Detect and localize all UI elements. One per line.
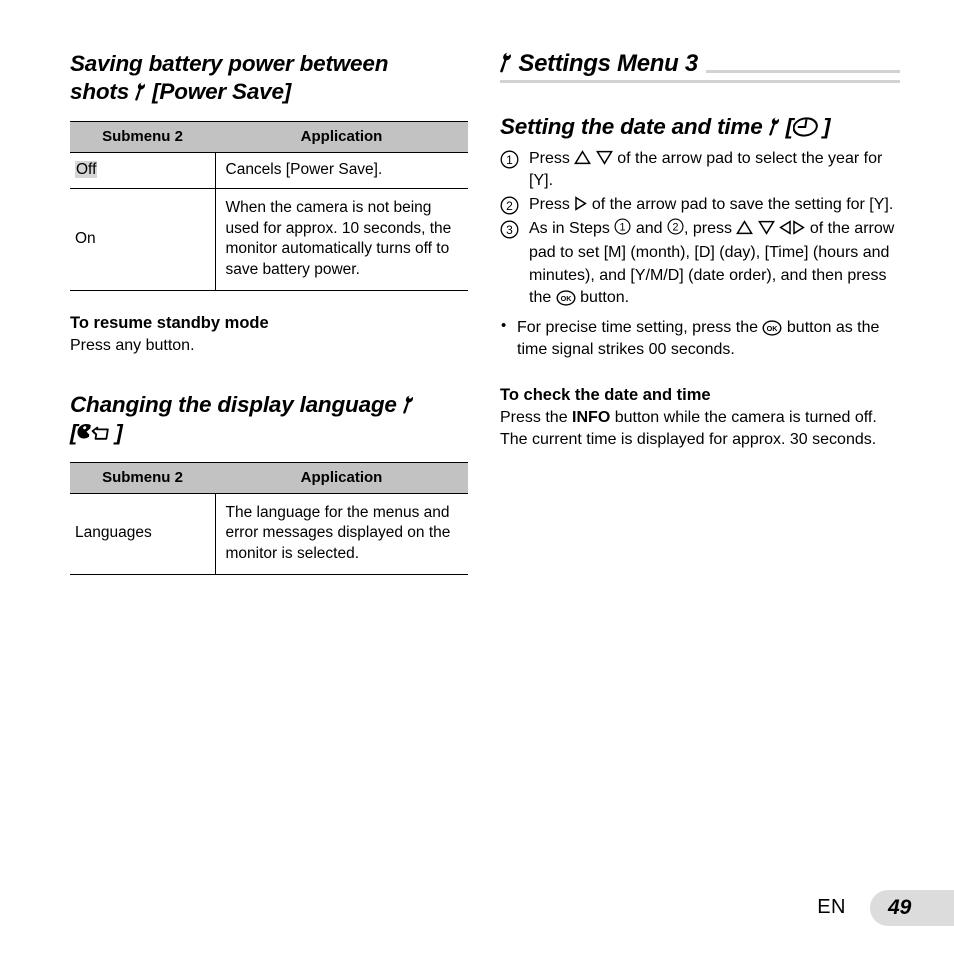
left-column: Saving battery power between shots [Powe… — [70, 50, 470, 585]
svg-text:1: 1 — [506, 153, 513, 167]
subsection-body-resume-standby: Press any button. — [70, 337, 195, 355]
arrow-up-icon — [574, 149, 592, 165]
section-title-line1-pre: Changing the display language — [70, 392, 397, 418]
svg-text:OK: OK — [560, 294, 572, 303]
check-date-time-block: To check the date and time Press the INF… — [500, 385, 900, 451]
column-header-application: Application — [215, 461, 468, 494]
step-item: 3 As in Steps 1 and 2 , press of the arr… — [500, 218, 900, 309]
default-setting-highlight: Off — [75, 160, 98, 178]
arrow-right-icon — [574, 196, 588, 211]
right-column: Settings Menu 3 Setting the date and tim… — [500, 50, 900, 451]
arrow-up-icon — [736, 220, 754, 235]
table-header-row: Submenu 2 Application — [70, 461, 468, 494]
page-number-box: 49 — [870, 890, 954, 926]
page-footer: EN 49 — [0, 890, 954, 926]
cell-application-text: When the camera is not being used for ap… — [214, 188, 468, 291]
bracket-open: [ — [785, 114, 794, 140]
banner-title: Settings Menu 3 — [500, 50, 706, 79]
wrench-icon — [768, 117, 780, 136]
svg-text:3: 3 — [506, 223, 513, 237]
subsection-body-check-date-time: Press the INFO button while the camera i… — [500, 407, 900, 451]
bracket-close: ] — [822, 114, 831, 140]
section-title-power-save: Saving battery power between shots [Powe… — [70, 50, 470, 107]
column-header-submenu: Submenu 2 — [70, 461, 215, 494]
language-code: EN — [817, 896, 846, 918]
step-text-c: button. — [580, 288, 630, 306]
language-head-speech-icon — [77, 422, 115, 443]
step-text-and: and — [635, 219, 663, 237]
body-text-a: Press the — [500, 409, 568, 427]
step-text-a: Press — [529, 195, 570, 213]
table-row: Off Cancels [Power Save]. — [70, 152, 468, 190]
table-header-row: Submenu 2 Application — [70, 120, 468, 153]
cell-application-text: The language for the menus and error mes… — [214, 493, 468, 576]
table-row: Languages The language for the menus and… — [70, 493, 468, 576]
section-title-text: Setting the date and time — [500, 114, 763, 140]
svg-text:OK: OK — [767, 324, 779, 333]
wrench-icon — [135, 82, 146, 101]
cell-submenu-value: Languages — [70, 493, 215, 576]
subsection-heading-check-date-time: To check the date and time — [500, 385, 711, 404]
svg-text:2: 2 — [506, 199, 513, 213]
column-header-application: Application — [215, 120, 468, 153]
banner-rule-bottom — [500, 80, 900, 83]
section-title-date-time: Setting the date and time [ ] — [500, 113, 900, 141]
arrow-down-icon — [757, 220, 775, 235]
wrench-icon — [402, 395, 414, 414]
step-text-a: As in Steps — [529, 219, 610, 237]
table-row: On When the camera is not being used for… — [70, 188, 468, 291]
date-time-notes: For precise time setting, press the OK b… — [500, 316, 900, 361]
arrow-down-icon — [595, 150, 613, 165]
svg-text:1: 1 — [620, 222, 626, 234]
step-item: 2 Press of the arrow pad to save the set… — [500, 194, 900, 216]
note-item: For precise time setting, press the OK b… — [500, 316, 900, 361]
ok-button-icon: OK — [556, 290, 576, 306]
clock-icon — [792, 116, 823, 138]
step-number-1: 1 — [500, 150, 519, 176]
info-button-keyword: INFO — [572, 409, 611, 427]
cell-submenu-value: On — [70, 188, 215, 291]
settings-menu-banner: Settings Menu 3 — [500, 50, 900, 87]
step-text-b: of the arrow pad to save the setting for… — [591, 195, 894, 213]
bracket-close: ] — [115, 420, 123, 446]
step-text-press: , press — [684, 219, 733, 237]
section-title-line2-pre: shots — [70, 79, 130, 105]
power-save-table: Submenu 2 Application Off Cancels [Power… — [70, 120, 468, 291]
step-reference-1: 1 — [614, 218, 631, 242]
note-text-a: For precise time setting, press the — [517, 318, 758, 336]
display-language-table: Submenu 2 Application Languages The lang… — [70, 461, 468, 576]
resume-standby-block: To resume standby mode Press any button. — [70, 313, 470, 357]
arrow-right-icon — [792, 220, 806, 235]
step-item: 1 Press of the arrow pad to select the y… — [500, 148, 900, 192]
bracket-open: [ — [70, 420, 78, 446]
section-title-line2-post: [Power Save] — [152, 79, 292, 105]
ok-button-icon: OK — [762, 320, 782, 336]
section-title-line1: Saving battery power between — [70, 51, 389, 76]
page-number: 49 — [888, 896, 912, 919]
subsection-heading-resume-standby: To resume standby mode — [70, 313, 269, 332]
svg-text:2: 2 — [673, 222, 679, 234]
section-title-display-language: Changing the display language [ ] — [70, 391, 470, 448]
cell-submenu-value: Off — [70, 152, 215, 190]
wrench-icon — [500, 52, 512, 73]
cell-application-text: Cancels [Power Save]. — [214, 152, 468, 190]
step-number-3: 3 — [500, 220, 519, 246]
step-text-a: Press — [529, 149, 570, 167]
step-reference-2: 2 — [667, 218, 684, 242]
arrow-left-icon — [779, 220, 792, 235]
manual-page: Saving battery power between shots [Powe… — [0, 0, 954, 954]
banner-title-text: Settings Menu 3 — [518, 50, 698, 77]
column-header-submenu: Submenu 2 — [70, 120, 215, 153]
date-time-steps: 1 Press of the arrow pad to select the y… — [500, 148, 900, 309]
